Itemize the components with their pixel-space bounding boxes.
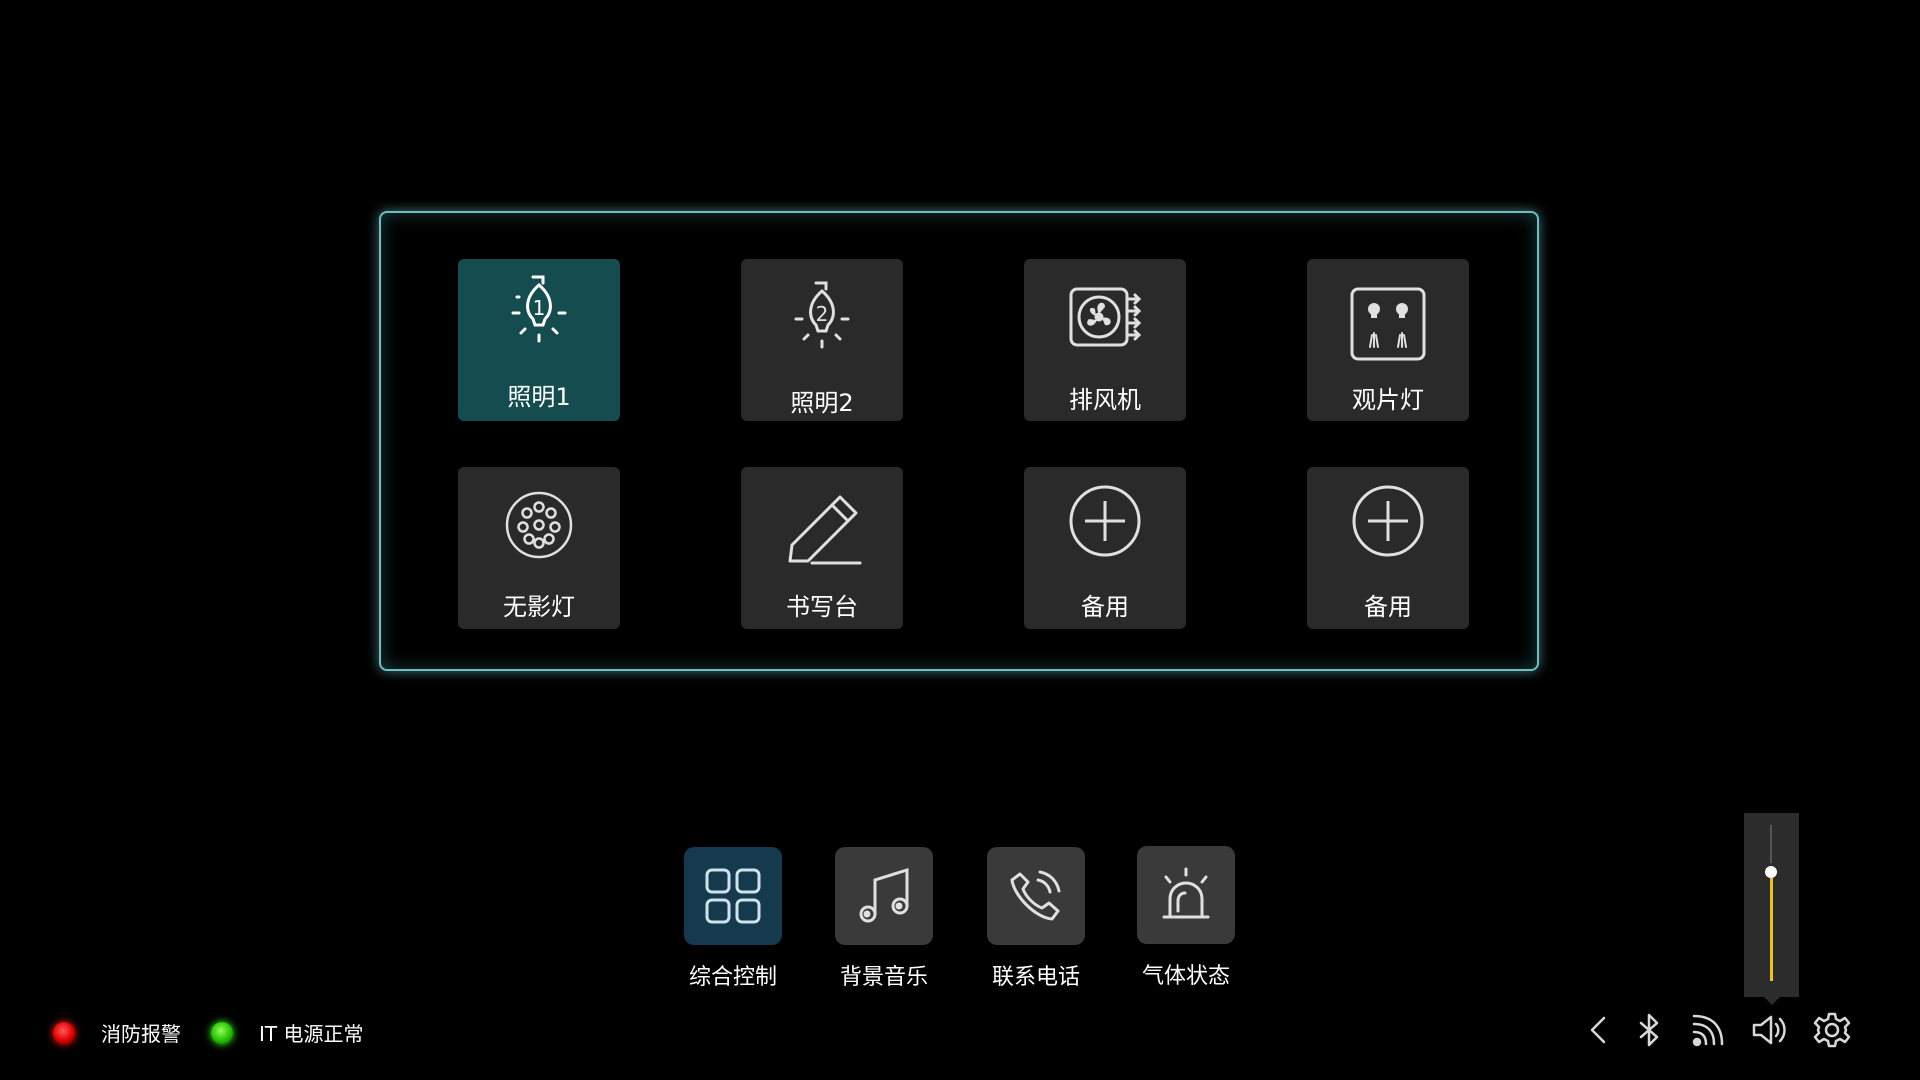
plus-icon [1065,475,1145,571]
it-power-status: IT 电源正常 [211,1018,363,1047]
alarm-siren-icon [1162,867,1210,919]
dock-label: 联系电话 [991,965,1080,990]
fire-alarm-label: 消防报警 [101,1022,181,1046]
tile-lighting-1[interactable]: 1 照明1 [458,259,620,421]
tile-film-viewer[interactable]: 观片灯 [1307,259,1469,421]
tile-label: 无影灯 [503,593,575,621]
shadowless-lamp-icon [499,475,579,571]
wifi-icon[interactable] [1688,1010,1728,1050]
dock-button[interactable] [987,847,1085,945]
tile-label: 照明2 [790,389,854,417]
tile-writing-desk[interactable]: 书写台 [741,467,903,629]
bulb-2-icon: 2 [782,267,862,363]
dock-button[interactable] [684,847,782,945]
volume-popup-arrow [1764,997,1780,1005]
pencil-icon [782,475,862,571]
fire-alarm-status: 消防报警 [53,1018,181,1047]
exhaust-fan-icon [1065,267,1145,363]
volume-fill [1770,878,1773,981]
tile-label: 排风机 [1069,386,1141,414]
volume-knob[interactable] [1765,866,1777,878]
grid-icon [705,868,761,924]
dock-label: 综合控制 [688,965,777,990]
tile-exhaust-fan[interactable]: 排风机 [1024,259,1186,421]
tile-shadowless-lamp[interactable]: 无影灯 [458,467,620,629]
back-icon[interactable] [1578,1010,1618,1050]
film-viewer-icon [1348,267,1428,363]
dock-gas-status[interactable]: 气体状态 [1126,846,1236,996]
tile-lighting-2[interactable]: 2 照明2 [741,259,903,421]
tile-spare-1[interactable]: 备用 [1024,467,1186,629]
tile-label: 备用 [1364,593,1412,621]
dock-background-music[interactable]: 背景音乐 [824,847,934,997]
settings-icon[interactable] [1812,1010,1852,1050]
volume-slider[interactable] [1744,813,1799,997]
speaker-icon[interactable] [1750,1010,1790,1050]
dock-contact-phone[interactable]: 联系电话 [976,847,1086,997]
tile-label: 照明1 [507,383,571,411]
tile-label: 备用 [1081,593,1129,621]
fire-alarm-indicator [53,1021,75,1044]
tile-spare-2[interactable]: 备用 [1307,467,1469,629]
phone-icon [1010,870,1061,921]
dock-comprehensive-control[interactable]: 综合控制 [673,847,783,997]
volume-track [1770,825,1772,863]
bluetooth-icon[interactable] [1629,1010,1669,1050]
dock-label: 气体状态 [1141,964,1230,989]
music-note-icon [859,867,909,923]
it-power-label: IT 电源正常 [259,1022,364,1046]
it-power-indicator [211,1021,233,1044]
bulb-1-icon: 1 [499,267,579,363]
tile-label: 观片灯 [1352,386,1424,414]
tile-label: 书写台 [786,593,858,621]
svg-text:1: 1 [533,296,546,320]
plus-icon [1348,475,1428,571]
dock-button[interactable] [1137,846,1235,944]
dock-button[interactable] [835,847,933,945]
control-panel: 1 照明1 2 照明2 排风机 观片灯 无影灯 书写台 备用 备用 [379,211,1539,671]
svg-text:2: 2 [816,302,829,326]
dock-label: 背景音乐 [839,965,928,990]
